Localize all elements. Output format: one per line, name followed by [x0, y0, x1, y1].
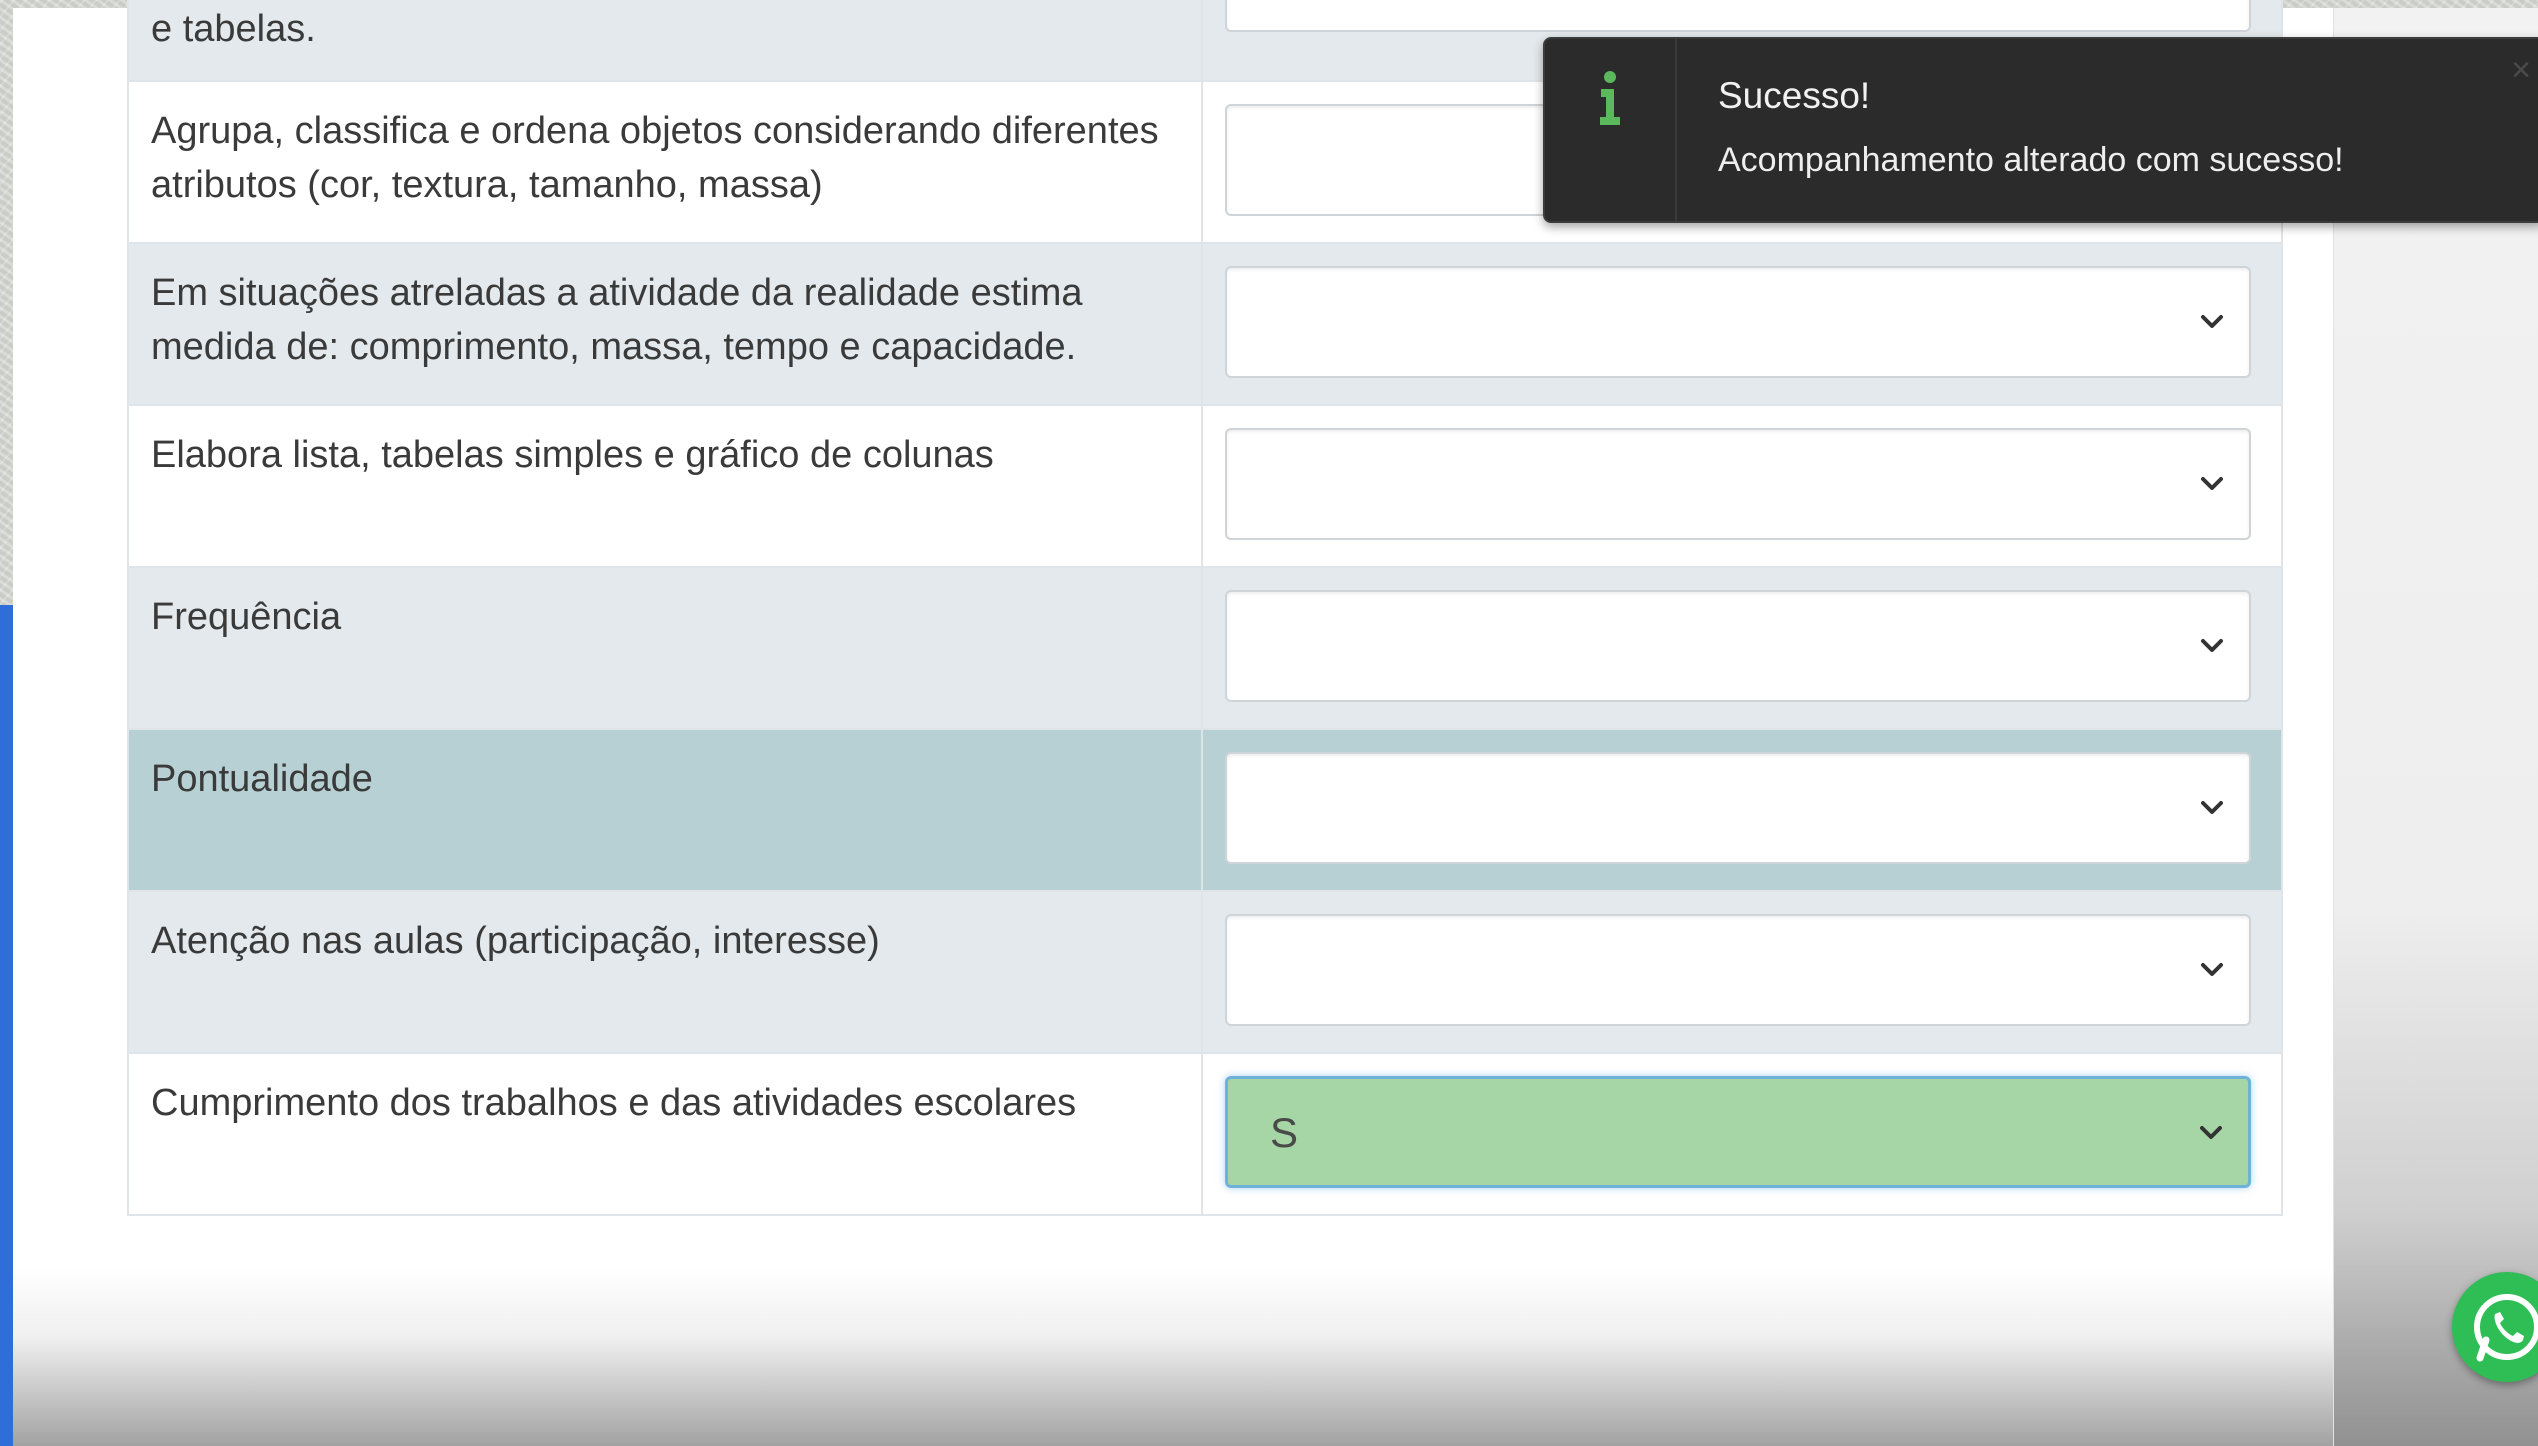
criterion-label: Em situações atreladas a atividade da re… — [151, 272, 1083, 368]
chevron-down-icon — [2201, 315, 2223, 328]
criterion-cell: Cumprimento dos trabalhos e das atividad… — [127, 1052, 1203, 1216]
evaluation-select[interactable] — [1225, 428, 2251, 540]
success-toast[interactable]: Sucesso! Acompanhamento alterado com suc… — [1543, 37, 2538, 223]
chevron-down-icon — [2201, 801, 2223, 814]
criterion-label: Frequência — [151, 596, 342, 638]
info-icon — [1600, 71, 1620, 125]
table-row: Cumprimento dos trabalhos e das atividad… — [127, 1052, 2283, 1216]
table-row: Elabora lista, tabelas simples e gráfico… — [127, 404, 2283, 568]
evaluation-select[interactable] — [1225, 914, 2251, 1026]
criterion-label: Cumprimento dos trabalhos e das atividad… — [151, 1082, 1077, 1124]
chevron-down-icon — [2200, 1126, 2222, 1139]
toast-close-button[interactable]: × — [2511, 53, 2531, 87]
select-cell: S — [1201, 1052, 2283, 1216]
criterion-cell: Agrupa, classifica e ordena objetos cons… — [127, 80, 1203, 244]
criterion-label: Atenção nas aulas (participação, interes… — [151, 920, 880, 962]
toast-message: Acompanhamento alterado com sucesso! — [1718, 141, 2344, 179]
criterion-cell: Frequência — [127, 566, 1203, 730]
table-row: Frequência — [127, 566, 2283, 730]
table-row: Pontualidade — [127, 728, 2283, 892]
left-accent-bar — [0, 605, 14, 1446]
chevron-down-icon — [2201, 477, 2223, 490]
criterion-cell: Atenção nas aulas (participação, interes… — [127, 890, 1203, 1054]
criterion-cell: Pontualidade — [127, 728, 1203, 892]
select-cell — [1201, 404, 2283, 568]
criterion-label: Agrupa, classifica e ordena objetos cons… — [151, 110, 1159, 206]
evaluation-select[interactable] — [1225, 590, 2251, 702]
evaluation-select-selected[interactable]: S — [1225, 1076, 2251, 1188]
criterion-cell: Em situações atreladas a atividade da re… — [127, 242, 1203, 406]
criterion-cell: e tabelas. — [127, 0, 1203, 82]
select-cell — [1201, 728, 2283, 892]
whatsapp-icon — [2474, 1294, 2538, 1362]
evaluation-select[interactable] — [1225, 266, 2251, 378]
criterion-cell: Elabora lista, tabelas simples e gráfico… — [127, 404, 1203, 568]
select-cell — [1201, 890, 2283, 1054]
table-row: Em situações atreladas a atividade da re… — [127, 242, 2283, 406]
chevron-down-icon — [2201, 639, 2223, 652]
evaluation-select[interactable] — [1225, 0, 2251, 32]
criterion-label: Elabora lista, tabelas simples e gráfico… — [151, 434, 994, 476]
table-row: Atenção nas aulas (participação, interes… — [127, 890, 2283, 1054]
select-cell — [1201, 242, 2283, 406]
chevron-down-icon — [2201, 963, 2223, 976]
select-cell — [1201, 566, 2283, 730]
main-content: e tabelas. Agrupa, classifica e ordena o… — [13, 0, 2333, 1446]
right-sidebar — [2333, 8, 2538, 1446]
criterion-label: e tabelas. — [151, 8, 316, 50]
toast-icon-column — [1545, 39, 1677, 221]
toast-title: Sucesso! — [1718, 75, 1871, 116]
criterion-label: Pontualidade — [151, 758, 373, 800]
evaluation-select[interactable] — [1225, 752, 2251, 864]
select-value: S — [1270, 1109, 1299, 1156]
